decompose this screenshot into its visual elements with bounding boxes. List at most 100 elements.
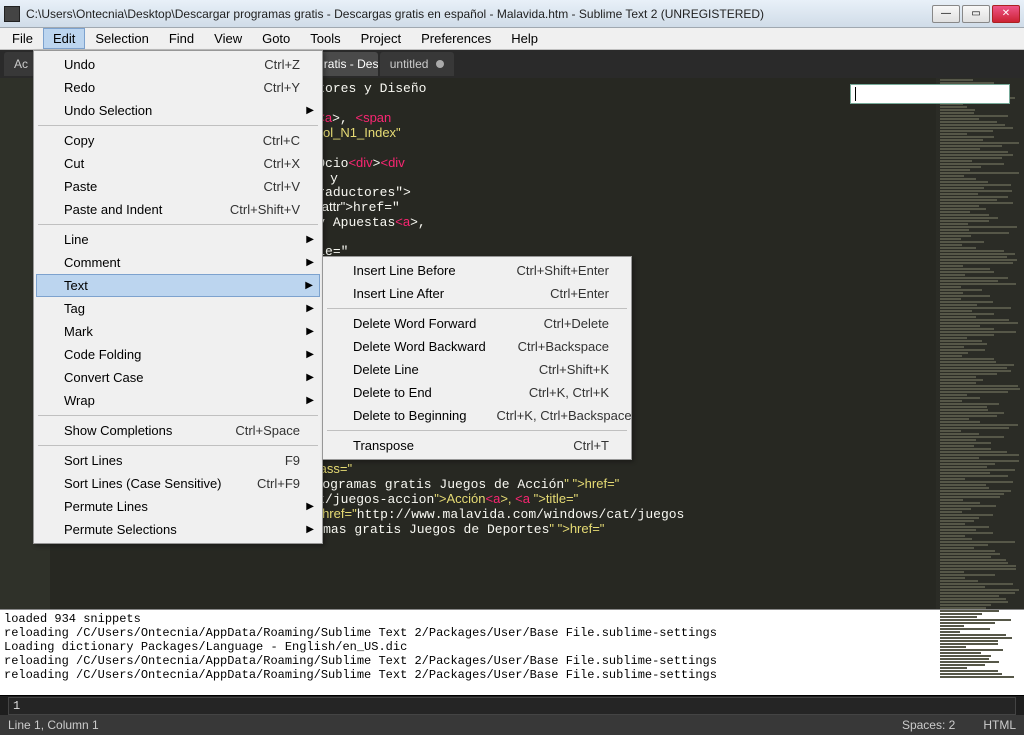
window-title: C:\Users\Ontecnia\Desktop\Descargar prog…: [26, 7, 930, 21]
menu-find[interactable]: Find: [159, 28, 204, 49]
menu-item-label: Undo: [64, 57, 95, 72]
chevron-right-icon: ▶: [306, 105, 314, 116]
menu-item-show-completions[interactable]: Show Completions Ctrl+Space: [36, 419, 320, 442]
tab-label: Ac: [14, 57, 28, 71]
tab[interactable]: untitled: [380, 52, 455, 76]
status-bar: Line 1, Column 1 Spaces: 2 HTML: [0, 715, 1024, 735]
menu-edit[interactable]: Edit: [43, 28, 85, 49]
chevron-right-icon: ▶: [306, 395, 314, 406]
menu-item-undo[interactable]: UndoCtrl+Z: [36, 53, 320, 76]
menu-view[interactable]: View: [204, 28, 252, 49]
menu-item-delete-word-forward[interactable]: Delete Word Forward Ctrl+Delete: [325, 312, 629, 335]
menu-item-sort-lines-case-sensitive-[interactable]: Sort Lines (Case Sensitive)Ctrl+F9: [36, 472, 320, 495]
menu-item-label: Copy: [64, 133, 94, 148]
menu-item-comment[interactable]: Comment ▶: [36, 251, 320, 274]
menu-item-label: Text: [64, 278, 88, 293]
separator: [38, 415, 318, 416]
chevron-right-icon: ▶: [306, 303, 314, 314]
menu-item-label: Delete Line: [353, 362, 419, 377]
status-language[interactable]: HTML: [983, 718, 1016, 732]
menu-item-shortcut: Ctrl+Y: [234, 80, 300, 95]
menu-preferences[interactable]: Preferences: [411, 28, 501, 49]
menu-item-label: Convert Case: [64, 370, 143, 385]
menu-item-paste-and-indent[interactable]: Paste and IndentCtrl+Shift+V: [36, 198, 320, 221]
menu-item-shortcut: Ctrl+K, Ctrl+Backspace: [466, 408, 631, 423]
menu-item-paste[interactable]: PasteCtrl+V: [36, 175, 320, 198]
menu-item-label: Insert Line Before: [353, 263, 456, 278]
menu-help[interactable]: Help: [501, 28, 548, 49]
chevron-right-icon: ▶: [305, 280, 313, 291]
menu-item-insert-line-after[interactable]: Insert Line AfterCtrl+Enter: [325, 282, 629, 305]
menu-item-shortcut: Ctrl+Shift+K: [509, 362, 609, 377]
menu-item-label: Delete to End: [353, 385, 432, 400]
menu-item-text[interactable]: Text ▶: [36, 274, 320, 297]
menu-project[interactable]: Project: [351, 28, 411, 49]
menu-item-delete-to-end[interactable]: Delete to EndCtrl+K, Ctrl+K: [325, 381, 629, 404]
menu-item-wrap[interactable]: Wrap▶: [36, 389, 320, 412]
menu-item-shortcut: Ctrl+T: [543, 438, 609, 453]
menu-item-label: Show Completions: [64, 423, 172, 438]
separator: [327, 430, 627, 431]
menu-item-insert-line-before[interactable]: Insert Line BeforeCtrl+Shift+Enter: [325, 259, 629, 282]
menu-item-label: Sort Lines: [64, 453, 123, 468]
menu-selection[interactable]: Selection: [85, 28, 158, 49]
status-spaces[interactable]: Spaces: 2: [902, 718, 955, 732]
chevron-right-icon: ▶: [306, 234, 314, 245]
chevron-right-icon: ▶: [306, 257, 314, 268]
menu-item-cut[interactable]: Cut Ctrl+X: [36, 152, 320, 175]
menu-item-shortcut: F9: [255, 453, 300, 468]
menu-item-shortcut: Ctrl+Delete: [514, 316, 609, 331]
menu-item-label: Redo: [64, 80, 95, 95]
maximize-button[interactable]: ▭: [962, 5, 990, 23]
menu-item-label: Undo Selection: [64, 103, 152, 118]
chevron-right-icon: ▶: [306, 326, 314, 337]
menu-file[interactable]: File: [2, 28, 43, 49]
menu-item-line[interactable]: Line ▶: [36, 228, 320, 251]
minimize-button[interactable]: —: [932, 5, 960, 23]
menu-item-redo[interactable]: Redo Ctrl+Y: [36, 76, 320, 99]
menu-goto[interactable]: Goto: [252, 28, 300, 49]
edit-menu-dropdown: UndoCtrl+ZRedoCtrl+YUndo Selection▶CopyC…: [33, 50, 323, 544]
menu-item-label: Delete Word Forward: [353, 316, 476, 331]
menu-item-code-folding[interactable]: Code Folding ▶: [36, 343, 320, 366]
console-panel[interactable]: loaded 934 snippets reloading /C/Users/O…: [0, 609, 1024, 695]
menu-item-delete-to-beginning[interactable]: Delete to BeginningCtrl+K, Ctrl+Backspac…: [325, 404, 629, 427]
menu-item-delete-line[interactable]: Delete Line Ctrl+Shift+K: [325, 358, 629, 381]
command-line-input[interactable]: 1: [8, 697, 1016, 715]
menu-item-undo-selection[interactable]: Undo Selection ▶: [36, 99, 320, 122]
menu-item-label: Code Folding: [64, 347, 141, 362]
menu-item-label: Comment: [64, 255, 120, 270]
menu-item-permute-selections[interactable]: Permute Selections▶: [36, 518, 320, 541]
menu-item-permute-lines[interactable]: Permute Lines▶: [36, 495, 320, 518]
menu-item-shortcut: Ctrl+Shift+V: [200, 202, 300, 217]
menu-item-convert-case[interactable]: Convert Case▶: [36, 366, 320, 389]
menu-item-label: Tag: [64, 301, 85, 316]
cursor: [855, 87, 856, 101]
menu-item-delete-word-backward[interactable]: Delete Word BackwardCtrl+Backspace: [325, 335, 629, 358]
menu-item-shortcut: Ctrl+Space: [205, 423, 300, 438]
menu-item-mark[interactable]: Mark▶: [36, 320, 320, 343]
separator: [38, 125, 318, 126]
menu-item-label: Delete Word Backward: [353, 339, 486, 354]
menu-item-shortcut: Ctrl+C: [233, 133, 300, 148]
menu-item-label: Line: [64, 232, 89, 247]
menu-item-sort-lines[interactable]: Sort Lines F9: [36, 449, 320, 472]
menu-item-label: Cut: [64, 156, 84, 171]
command-line-bar: 1: [0, 695, 1024, 715]
close-button[interactable]: ✕: [992, 5, 1020, 23]
side-input-box[interactable]: [850, 84, 1010, 104]
menu-item-shortcut: Ctrl+X: [234, 156, 300, 171]
tab-label: untitled: [390, 57, 429, 71]
menu-item-shortcut: Ctrl+Backspace: [488, 339, 609, 354]
chevron-right-icon: ▶: [306, 349, 314, 360]
text-submenu-dropdown: Insert Line BeforeCtrl+Shift+EnterInsert…: [322, 256, 632, 460]
menu-item-label: Sort Lines (Case Sensitive): [64, 476, 222, 491]
menu-item-copy[interactable]: Copy Ctrl+C: [36, 129, 320, 152]
menu-item-shortcut: Ctrl+Enter: [520, 286, 609, 301]
app-icon: [4, 6, 20, 22]
minimap[interactable]: [936, 78, 1024, 609]
menu-tools[interactable]: Tools: [300, 28, 350, 49]
chevron-right-icon: ▶: [306, 501, 314, 512]
menu-item-transpose[interactable]: TransposeCtrl+T: [325, 434, 629, 457]
menu-item-tag[interactable]: Tag ▶: [36, 297, 320, 320]
